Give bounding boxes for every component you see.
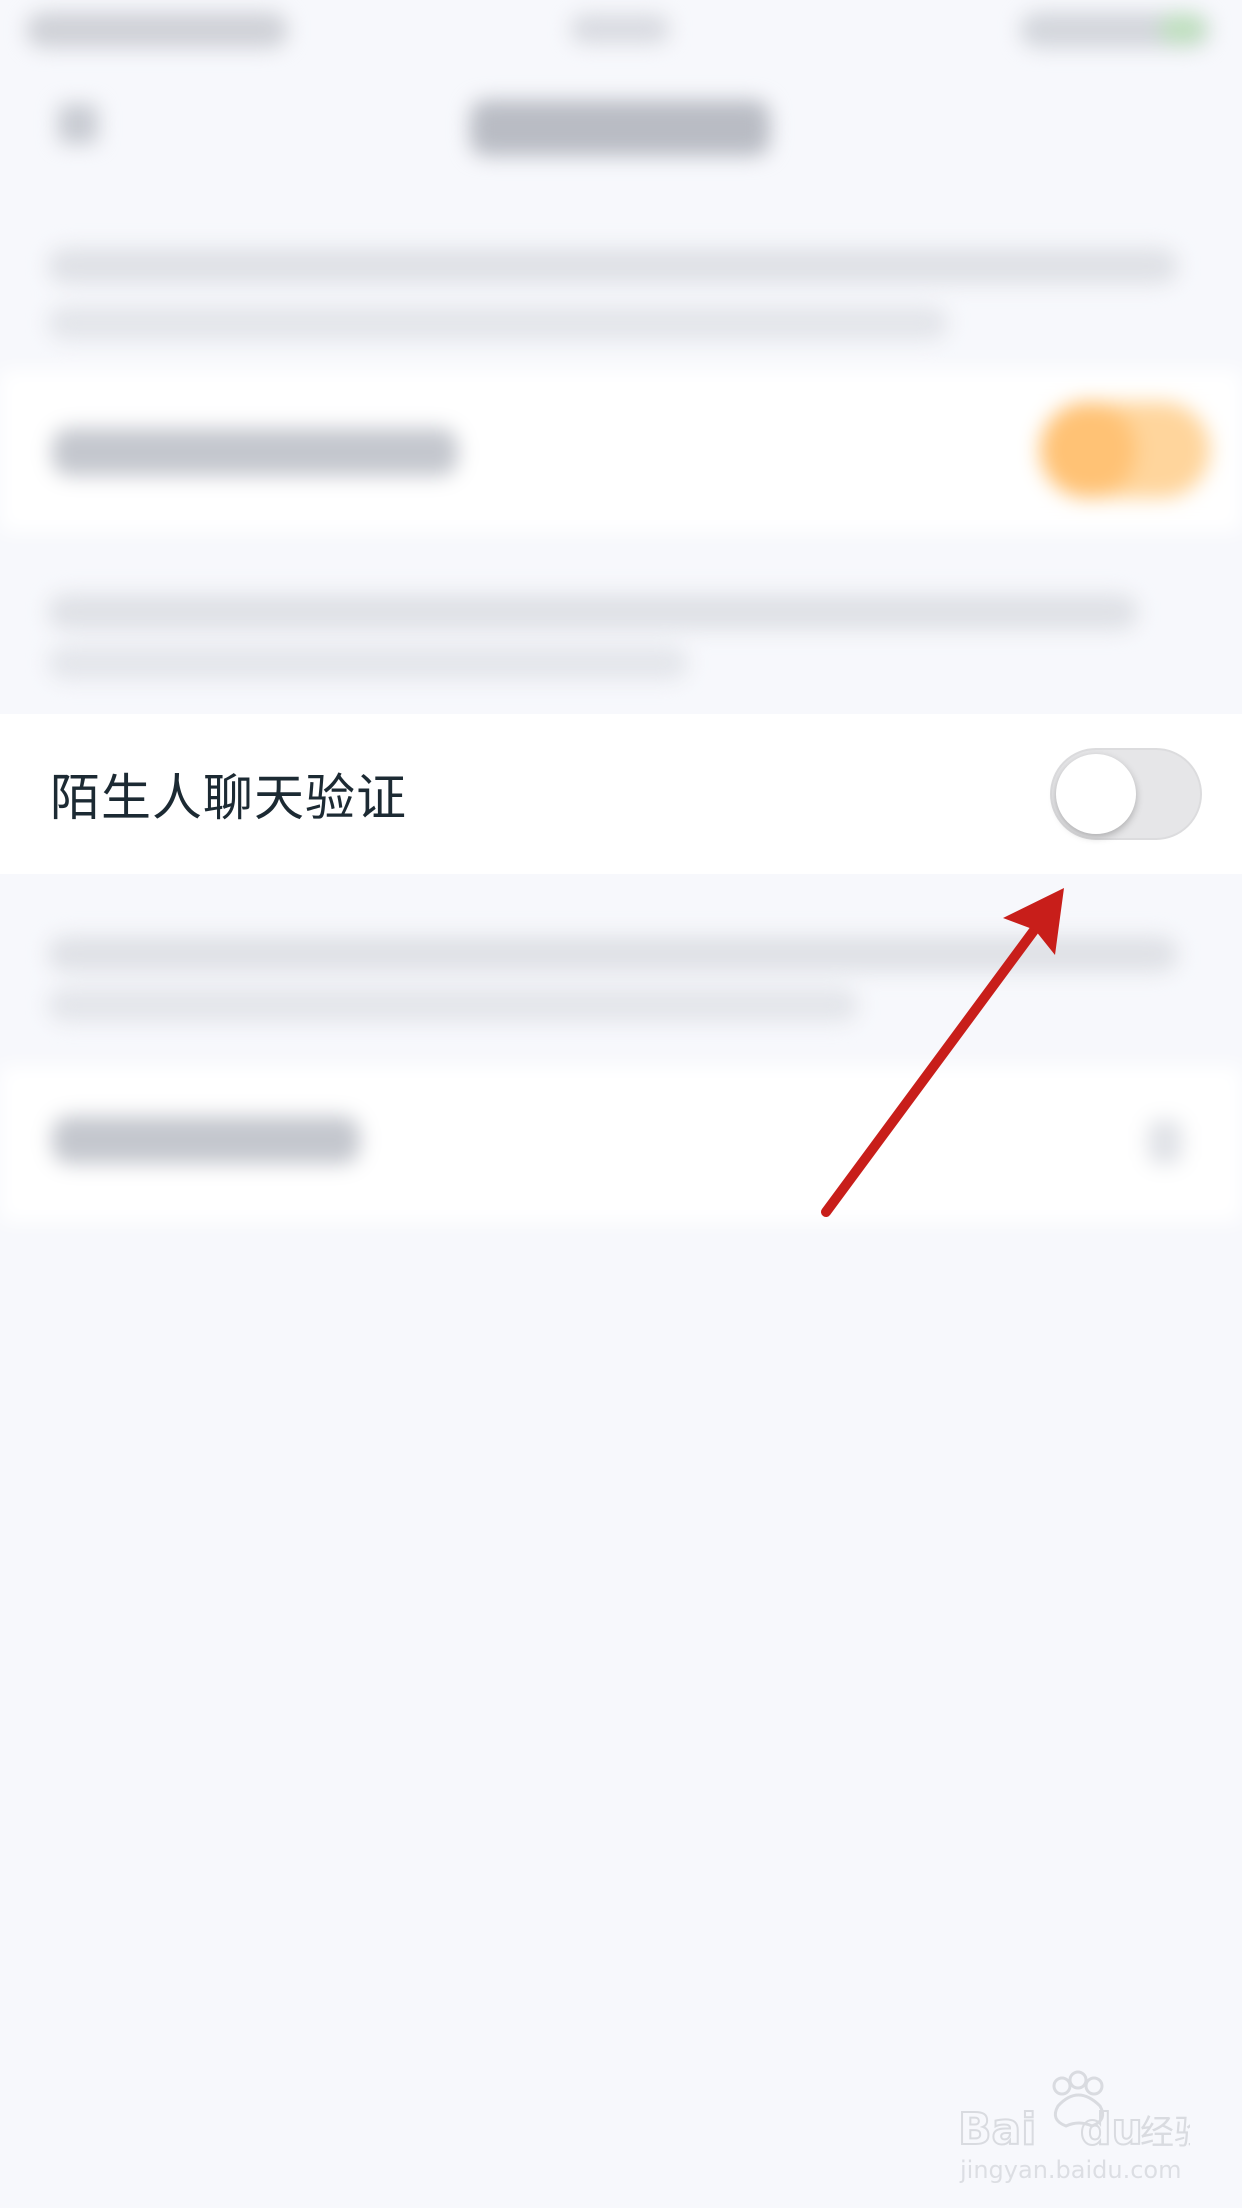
baidu-jingyan-watermark: Bai du 经验 jingyan.baidu.com bbox=[957, 2070, 1190, 2184]
blurred-background bbox=[0, 0, 1242, 1260]
setting-label bbox=[52, 1116, 360, 1164]
section-description bbox=[48, 306, 948, 340]
privacy-settings-screen: 陌生人聊天验证 Bai du 经验 jingyan.baidu.com bbox=[0, 0, 1242, 2208]
svg-text:jingyan.baidu.com: jingyan.baidu.com bbox=[959, 2156, 1181, 2184]
stranger-chat-verification-label: 陌生人聊天验证 bbox=[50, 769, 407, 827]
setting-description bbox=[48, 646, 688, 680]
setting-description bbox=[48, 936, 1178, 972]
setting-description bbox=[48, 594, 1138, 630]
battery-icon bbox=[1160, 14, 1206, 44]
svg-text:du: du bbox=[1080, 2104, 1143, 2155]
setting-label bbox=[52, 428, 458, 476]
svg-text:经验: 经验 bbox=[1140, 2113, 1190, 2153]
stranger-chat-verification-toggle[interactable] bbox=[1050, 748, 1202, 840]
status-bar-center bbox=[570, 14, 670, 44]
toggle-knob bbox=[1040, 402, 1136, 498]
page-title bbox=[470, 100, 770, 156]
stranger-chat-verification-row[interactable]: 陌生人聊天验证 bbox=[0, 714, 1242, 874]
svg-text:Bai: Bai bbox=[958, 2104, 1036, 2155]
back-icon[interactable] bbox=[58, 104, 98, 144]
chevron-right-icon bbox=[1148, 1120, 1182, 1164]
toggle-knob bbox=[1056, 754, 1136, 834]
setting-description bbox=[48, 988, 858, 1022]
status-bar-left bbox=[26, 12, 288, 48]
section-description bbox=[48, 248, 1178, 284]
